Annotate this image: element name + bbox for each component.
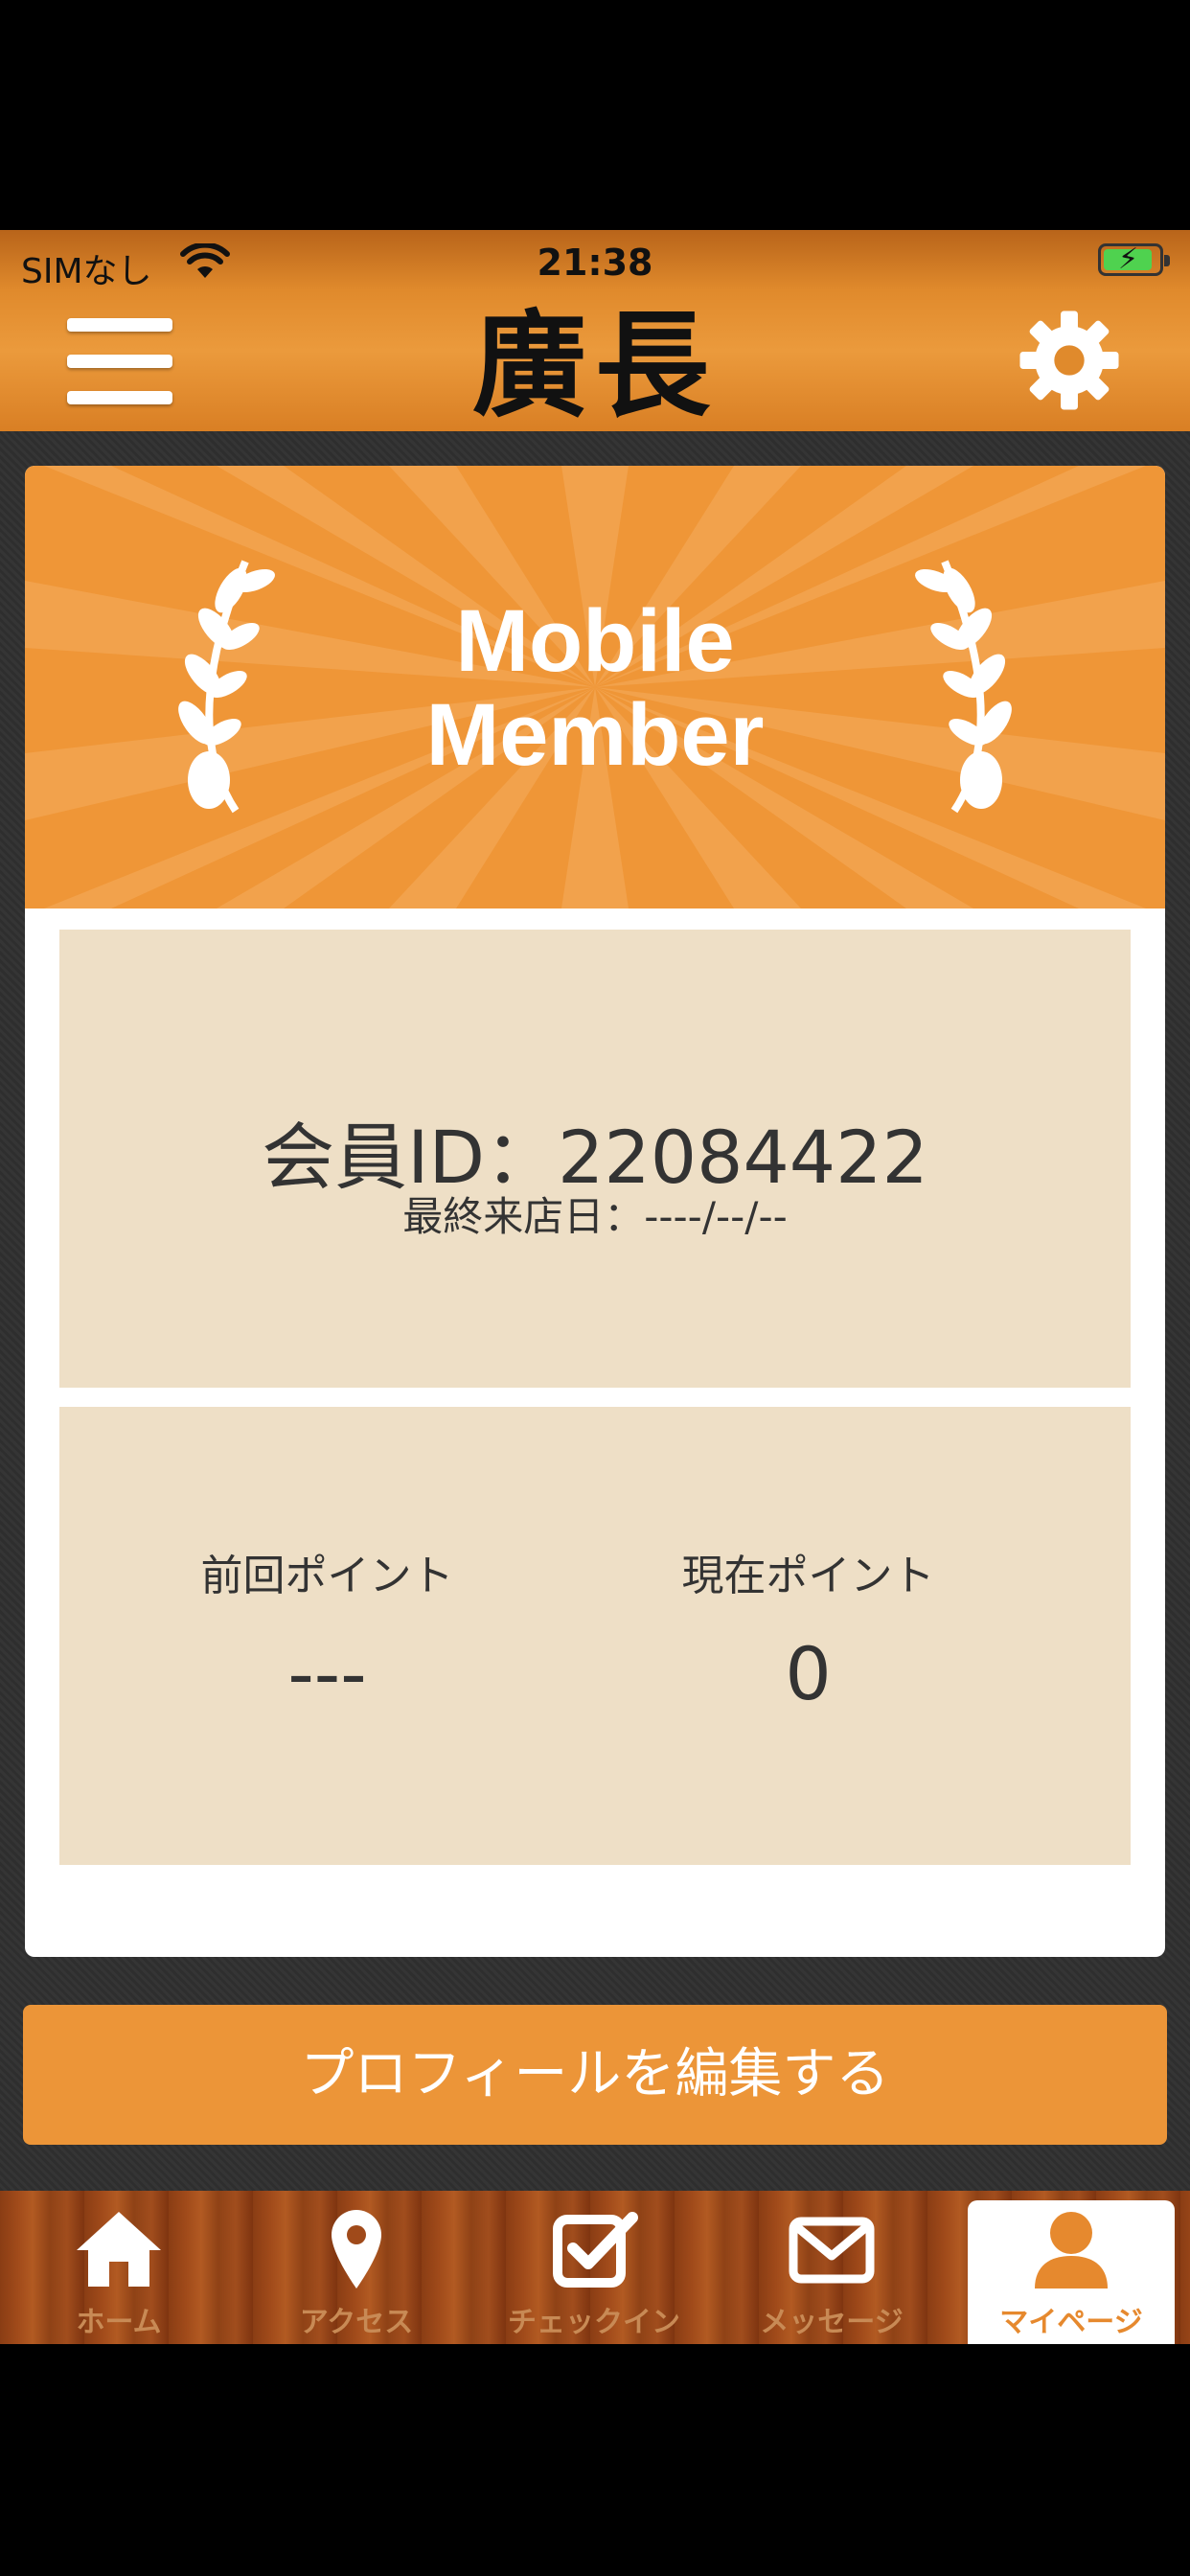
previous-points-label: 前回ポイント	[200, 1552, 454, 1600]
member-banner: Mobile Member	[25, 466, 1165, 908]
checkbox-icon	[553, 2212, 638, 2288]
status-bar: SIMなし 21:38 ⚡	[0, 230, 1190, 293]
battery-icon: ⚡	[1098, 242, 1170, 276]
current-points: 現在ポイント 0	[540, 1541, 1076, 1716]
points-panel: 前回ポイント --- 現在ポイント 0	[59, 1407, 1131, 1865]
status-clock: 21:38	[537, 242, 653, 284]
app-header: SIMなし 21:38 ⚡ 廣長	[0, 230, 1190, 433]
map-pin-icon	[332, 2210, 381, 2288]
home-icon	[77, 2212, 161, 2287]
tab-home[interactable]: ホーム	[0, 2191, 238, 2344]
current-points-label: 現在ポイント	[681, 1552, 935, 1600]
tab-access[interactable]: アクセス	[238, 2191, 475, 2344]
envelope-icon	[789, 2217, 875, 2284]
edit-profile-button[interactable]: プロフィールを編集する	[23, 2005, 1167, 2145]
tab-bar: ホーム アクセス チェックイン メッセージ マイページ	[0, 2191, 1190, 2344]
previous-points: 前回ポイント ---	[59, 1541, 595, 1716]
tab-mypage[interactable]: マイページ	[968, 2200, 1175, 2344]
member-id-panel: 会員ID：22084422 最終来店日：----/--/--	[59, 930, 1131, 1388]
main-content: Mobile Member 会員ID：22084422 最終来店日：----/-…	[0, 431, 1190, 2191]
top-black-bar	[0, 0, 1190, 230]
bottom-black-bar	[0, 2344, 1190, 2576]
tab-message[interactable]: メッセージ	[713, 2191, 950, 2344]
current-points-value: 0	[785, 1631, 832, 1716]
tab-checkin[interactable]: チェックイン	[475, 2191, 713, 2344]
app-logo: 廣長	[472, 298, 718, 433]
gear-icon[interactable]	[1016, 307, 1123, 414]
last-visit-date: 最終来店日：----/--/--	[402, 1193, 788, 1240]
laurel-right-icon	[915, 560, 1012, 814]
previous-points-value: ---	[287, 1631, 367, 1716]
user-icon	[1035, 2212, 1108, 2288]
member-card: Mobile Member 会員ID：22084422 最終来店日：----/-…	[25, 466, 1165, 1957]
